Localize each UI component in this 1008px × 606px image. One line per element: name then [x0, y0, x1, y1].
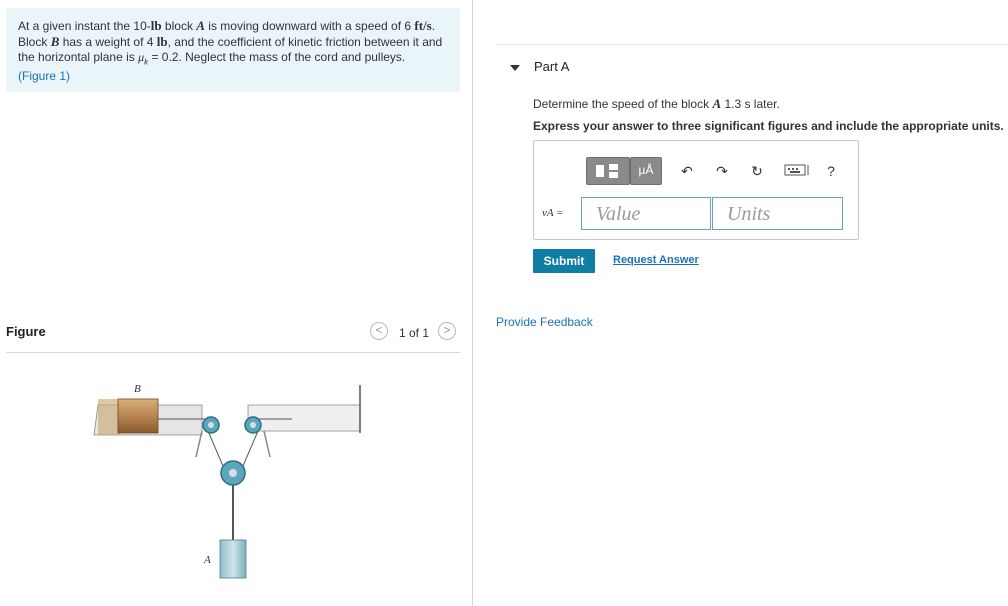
panel-divider	[472, 0, 473, 606]
block-a-symbol: A	[196, 18, 205, 33]
block-a	[219, 539, 247, 579]
left-panel: At a given instant the 10-lb block A is …	[0, 0, 472, 606]
block-b	[117, 398, 159, 434]
problem-text: Block	[18, 35, 51, 49]
prev-figure-button[interactable]: <	[370, 322, 388, 340]
question-part: Determine the speed of the block	[533, 97, 713, 111]
reset-icon[interactable]: ↻	[749, 163, 765, 179]
collapse-caret-icon[interactable]	[510, 65, 520, 71]
block-a-label: A	[203, 554, 211, 566]
problem-text: the horizontal plane is	[18, 50, 139, 64]
redo-icon[interactable]: ↷	[714, 163, 730, 179]
unit-lb: lb	[150, 18, 162, 33]
answer-box: μÅ ↶ ↷ ↻ ? vA = Value Units	[533, 140, 859, 240]
problem-text: .	[431, 19, 436, 33]
undo-icon[interactable]: ↶	[679, 163, 695, 179]
part-title: Part A	[534, 59, 570, 74]
problem-text: , and the coefficient of kinetic frictio…	[167, 35, 443, 49]
variable-label: vA =	[542, 207, 564, 219]
next-figure-button[interactable]: >	[438, 322, 456, 340]
answer-instruction: Express your answer to three significant…	[533, 119, 1004, 133]
value-input[interactable]: Value	[581, 197, 711, 230]
problem-text: = 0.2. Neglect the mass of the cord and …	[148, 50, 406, 64]
question-part: 1.3 s later.	[721, 97, 780, 111]
unit-fts: ft/s	[414, 18, 432, 33]
problem-text: At a given instant the 10-	[18, 19, 151, 33]
unit-lb: lb	[156, 34, 168, 49]
problem-text: block	[161, 19, 197, 33]
provide-feedback-link[interactable]: Provide Feedback	[496, 315, 593, 329]
figure-header: Figure < 1 of 1 >	[6, 320, 460, 353]
submit-button[interactable]: Submit	[533, 249, 595, 273]
units-input[interactable]: Units	[712, 197, 843, 230]
figure-link[interactable]: (Figure 1)	[18, 69, 70, 83]
right-table	[247, 404, 361, 432]
figure-title: Figure	[6, 324, 46, 339]
problem-statement: At a given instant the 10-lb block A is …	[6, 8, 460, 92]
help-icon[interactable]: ?	[823, 163, 839, 179]
templates-icon	[596, 164, 618, 178]
units-button[interactable]: μÅ	[630, 157, 662, 185]
request-answer-link[interactable]: Request Answer	[613, 254, 699, 266]
block-b-label: B	[134, 383, 141, 395]
templates-button[interactable]	[586, 157, 630, 185]
block-a-symbol: A	[712, 96, 722, 111]
problem-text: is moving downward with a speed of 6	[204, 19, 415, 33]
pulley-figure: B A	[93, 383, 361, 579]
figure-counter: 1 of 1	[399, 326, 430, 340]
part-a-header[interactable]: Part A	[496, 44, 1008, 89]
keyboard-icon[interactable]	[784, 163, 810, 179]
question-text: Determine the speed of the block A 1.3 s…	[533, 96, 780, 112]
problem-text: has a weight of 4	[59, 35, 157, 49]
